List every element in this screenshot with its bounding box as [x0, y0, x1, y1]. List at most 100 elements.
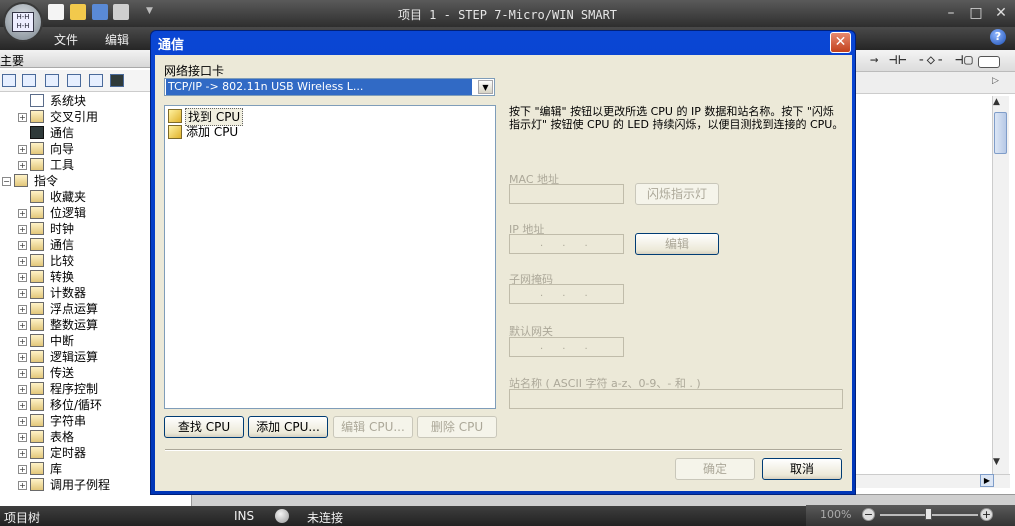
panel-title: 主要 [0, 54, 25, 68]
info-text: 按下 "编辑" 按钮以更改所选 CPU 的 IP 数据和站名称。按下 "闪烁指示… [509, 105, 844, 131]
expand-icon[interactable]: + [18, 433, 27, 442]
expand-icon[interactable]: + [18, 465, 27, 474]
scroll-down-icon[interactable]: ▼ [993, 457, 1000, 467]
tree-item-label: 调用子例程 [50, 478, 111, 492]
expand-icon[interactable]: + [18, 225, 27, 234]
tree-item-label: 整数运算 [50, 318, 99, 332]
nic-selected-value[interactable]: TCP/IP -> 802.11n USB Wireless L... [166, 79, 472, 95]
tool-icon[interactable] [22, 74, 36, 87]
tree-item-icon [30, 286, 44, 299]
tree-item-label: 指令 [34, 174, 59, 188]
zoom-slider-thumb[interactable] [925, 508, 932, 520]
tree-item-icon [30, 350, 44, 363]
expand-icon[interactable]: + [18, 305, 27, 314]
expand-icon[interactable]: + [18, 145, 27, 154]
cancel-button[interactable]: 取消 [762, 458, 842, 480]
tool-icon[interactable] [2, 74, 16, 87]
subnet-dots: . . . [540, 288, 588, 299]
expand-icon[interactable]: + [18, 353, 27, 362]
expand-icon[interactable]: + [18, 113, 27, 122]
expand-icon[interactable]: + [18, 401, 27, 410]
nic-label: 网络接口卡 [164, 64, 225, 78]
app-menu-button[interactable]: H-H H-H [3, 2, 43, 42]
expand-icon[interactable]: + [18, 257, 27, 266]
tree-item-icon [30, 430, 44, 443]
dialog-title: 通信 [158, 38, 185, 53]
menu-edit[interactable]: 编辑 [105, 31, 129, 48]
tree-item-label: 时钟 [50, 222, 75, 236]
collapse-icon[interactable]: − [2, 177, 11, 186]
tool-icon[interactable] [89, 74, 103, 87]
tree-item-icon [30, 158, 44, 171]
expand-icon[interactable]: + [18, 417, 27, 426]
cpu-list[interactable]: 找到 CPU 添加 CPU [164, 105, 496, 409]
tool-icon[interactable] [67, 74, 81, 87]
tree-item-icon [30, 398, 44, 411]
minimize-icon[interactable]: – [940, 3, 962, 23]
expand-icon[interactable]: + [18, 369, 27, 378]
chevron-down-icon[interactable]: ▼ [478, 80, 493, 94]
expand-icon[interactable]: + [18, 289, 27, 298]
tree-item-label: 位逻辑 [50, 206, 87, 220]
close-icon[interactable]: ✕ [990, 3, 1012, 23]
tree-item-icon [30, 238, 44, 251]
cpu-item-label: 添加 CPU [186, 125, 239, 139]
monitor-icon[interactable] [110, 74, 124, 87]
ok-button[interactable]: 确定 [675, 458, 755, 480]
expand-icon[interactable]: + [18, 209, 27, 218]
expand-icon[interactable]: + [18, 273, 27, 282]
tree-item-label: 逻辑运算 [50, 350, 99, 364]
tree-item-label: 收藏夹 [50, 190, 87, 204]
help-icon[interactable]: ? [990, 29, 1006, 45]
edit-button[interactable]: 编辑 [635, 233, 719, 255]
tree-item-icon [30, 270, 44, 283]
status-ins: INS [234, 509, 255, 523]
lightning-icon [168, 125, 182, 139]
tree-item-label: 传送 [50, 366, 75, 380]
tool-icon[interactable] [45, 74, 59, 87]
tree-item-label: 库 [50, 462, 63, 476]
zoom-level: 100% [820, 508, 852, 521]
tree-item-icon [30, 446, 44, 459]
scrollbar-thumb[interactable] [994, 112, 1007, 154]
tree-item-label: 工具 [50, 158, 75, 172]
tree-item-label: 浮点运算 [50, 302, 99, 316]
title-bar: ▼ 项目 1 - STEP 7-Micro/WIN SMART – □ ✕ [0, 0, 1015, 27]
expand-icon[interactable]: + [18, 321, 27, 330]
expand-icon[interactable]: + [18, 449, 27, 458]
tree-item-icon [30, 414, 44, 427]
tree-item-icon [30, 318, 44, 331]
menu-file[interactable]: 文件 [54, 31, 78, 48]
edit-cpu-button[interactable]: 编辑 CPU... [333, 416, 413, 438]
delete-cpu-button[interactable]: 删除 CPU [417, 416, 497, 438]
expand-icon[interactable]: + [18, 241, 27, 250]
dropdown-icon[interactable] [978, 56, 1000, 68]
expand-icon[interactable]: + [18, 385, 27, 394]
tree-item-label: 通信 [50, 126, 75, 140]
connection-status-icon [275, 509, 289, 523]
tree-item-icon [30, 222, 44, 235]
tree-item-icon [30, 254, 44, 267]
add-cpu-button[interactable]: 添加 CPU... [248, 416, 328, 438]
window-title: 项目 1 - STEP 7-Micro/WIN SMART [397, 8, 618, 22]
scroll-up-icon[interactable]: ▲ [993, 97, 1000, 107]
ladder-symbols-icon[interactable]: → ⊣⊢ -◇- ⊣▢ [870, 52, 974, 68]
station-name-field [509, 389, 843, 409]
gateway-dots: . . . [540, 341, 588, 352]
status-project-tree[interactable]: 项目树 [4, 509, 40, 526]
dialog-close-icon[interactable]: ✕ [830, 32, 851, 53]
zoom-in-icon[interactable]: + [980, 508, 993, 521]
scroll-right-icon[interactable]: ▶ [980, 474, 994, 487]
tree-item-icon [30, 302, 44, 315]
scroll-right-icon[interactable]: ▷ [992, 76, 999, 86]
mac-field [509, 184, 624, 204]
maximize-icon[interactable]: □ [965, 3, 987, 23]
tree-item-label: 系统块 [50, 94, 87, 108]
zoom-out-icon[interactable]: − [862, 508, 875, 521]
find-cpu-button[interactable]: 查找 CPU [164, 416, 244, 438]
expand-icon[interactable]: + [18, 481, 27, 490]
expand-icon[interactable]: + [18, 161, 27, 170]
expand-icon[interactable]: + [18, 337, 27, 346]
tree-item-icon [30, 190, 44, 203]
blink-led-button[interactable]: 闪烁指示灯 [635, 183, 719, 205]
